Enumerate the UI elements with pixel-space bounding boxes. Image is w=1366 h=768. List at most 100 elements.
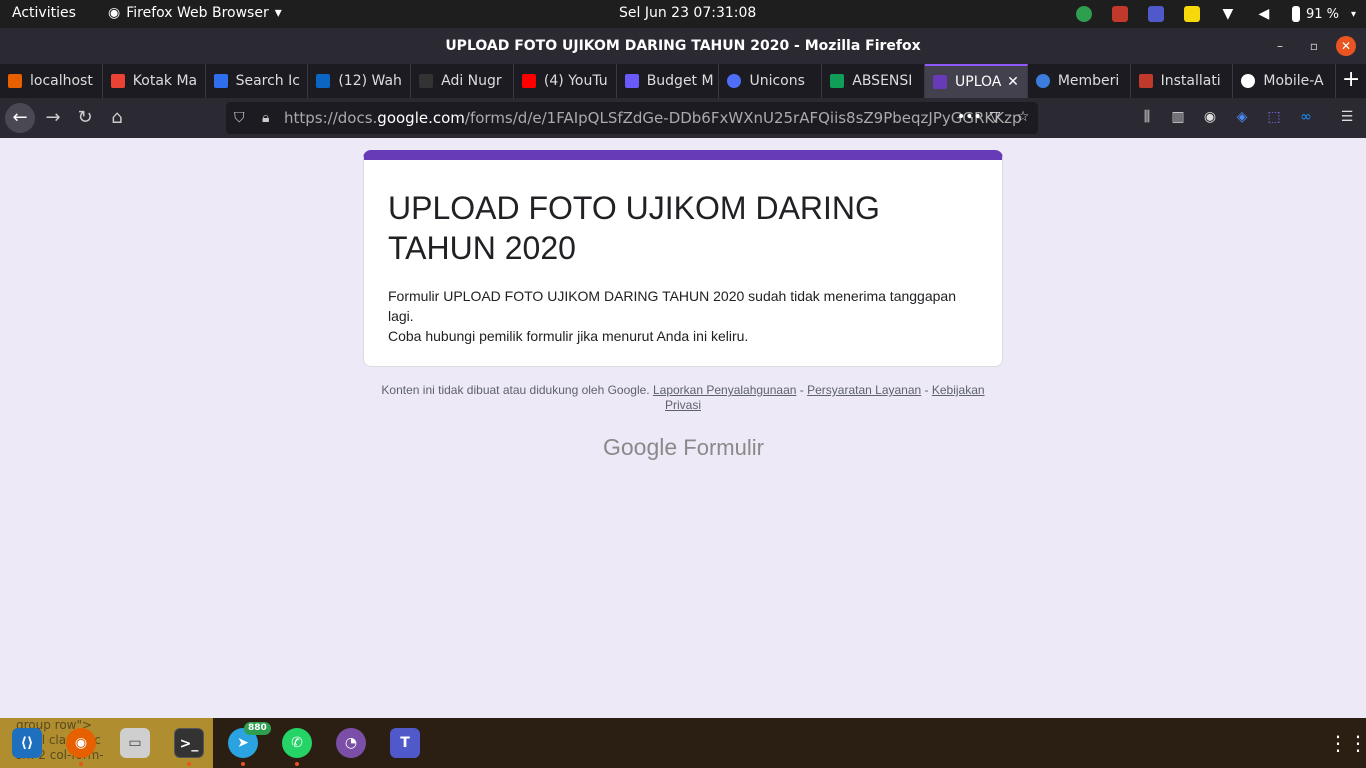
form-message-line: Coba hubungi pemilik formulir jika menur… bbox=[388, 328, 749, 344]
url-bar[interactable]: ⛉ 🔒︎ https://docs.google.com/forms/d/e/1… bbox=[226, 102, 1038, 134]
separator: - bbox=[796, 383, 808, 397]
translate-extension-icon[interactable]: ◈ bbox=[1233, 108, 1251, 126]
pocket-icon[interactable]: ▽ bbox=[986, 108, 1004, 126]
google-forms-logo[interactable]: Google Formulir bbox=[603, 434, 764, 461]
sidebar-icon[interactable]: ▥ bbox=[1169, 108, 1187, 126]
app-menu[interactable]: ◉ Firefox Web Browser ▾ bbox=[108, 5, 282, 21]
firefox-icon[interactable]: ◉ bbox=[66, 728, 96, 758]
tab-favicon-icon bbox=[624, 74, 639, 88]
tab-favicon-icon bbox=[1138, 74, 1153, 88]
tab-active[interactable]: UPLOA ✕ bbox=[925, 64, 1028, 98]
window-title: UPLOAD FOTO UJIKOM DARING TAHUN 2020 - M… bbox=[445, 38, 921, 54]
url-prefix: https://docs. bbox=[284, 109, 378, 127]
tab[interactable]: Installati bbox=[1131, 64, 1234, 98]
tab-label: Budget M bbox=[646, 73, 714, 89]
tab-favicon-icon bbox=[727, 74, 742, 88]
tab-label: Memberi bbox=[1057, 73, 1120, 89]
notes-tray-icon[interactable] bbox=[1183, 6, 1200, 22]
close-tab-icon[interactable]: ✕ bbox=[1007, 74, 1019, 90]
report-abuse-link[interactable]: Laporkan Penyalahgunaan bbox=[653, 383, 796, 397]
page-actions-icon[interactable]: ••• bbox=[957, 108, 982, 126]
tab-label: ABSENSI bbox=[852, 73, 913, 89]
system-top-bar: Activities ◉ Firefox Web Browser ▾ Sel J… bbox=[0, 0, 1366, 28]
home-button[interactable]: ⌂ bbox=[102, 103, 132, 133]
tab[interactable]: Memberi bbox=[1028, 64, 1131, 98]
clock[interactable]: Sel Jun 23 07:31:08 bbox=[619, 5, 756, 21]
tab[interactable]: Unicons bbox=[719, 64, 823, 98]
forward-button[interactable]: → bbox=[38, 103, 68, 133]
form-footer: Konten ini tidak dibuat atau didukung ol… bbox=[380, 383, 986, 413]
form-closed-message: Formulir UPLOAD FOTO UJIKOM DARING TAHUN… bbox=[388, 286, 978, 346]
bookmark-star-icon[interactable]: ☆ bbox=[1014, 108, 1032, 126]
tab[interactable]: Adi Nugr bbox=[411, 64, 514, 98]
notification-count-icon[interactable] bbox=[1111, 6, 1128, 22]
tab-bar: localhost Kotak Ma Search Ic (12) Wah Ad… bbox=[0, 64, 1366, 98]
vscode-icon[interactable]: ⟨⟩ bbox=[12, 728, 42, 758]
screenshot-extension-icon[interactable]: ⬚ bbox=[1265, 108, 1283, 126]
github-icon[interactable]: ◔ bbox=[336, 728, 366, 758]
account-icon[interactable]: ◉ bbox=[1201, 108, 1219, 126]
tab-label: Unicons bbox=[749, 73, 805, 89]
url-domain: google.com bbox=[377, 109, 465, 127]
chevron-down-icon: ▾ bbox=[1350, 8, 1356, 20]
maximize-button[interactable]: ▫ bbox=[1304, 36, 1324, 56]
whatsapp-tray-icon[interactable] bbox=[1075, 6, 1092, 22]
tab[interactable]: ABSENSI bbox=[822, 64, 926, 98]
tab-favicon-icon bbox=[830, 74, 845, 88]
forms-wordmark: Formulir bbox=[683, 435, 764, 460]
minimize-button[interactable]: – bbox=[1270, 36, 1290, 56]
lock-icon[interactable]: 🔒︎ bbox=[262, 102, 269, 134]
battery-icon[interactable] bbox=[1291, 6, 1300, 22]
files-icon[interactable]: ▭ bbox=[120, 728, 150, 758]
activities-button[interactable]: Activities bbox=[12, 5, 76, 21]
tab-label: (4) YouTu bbox=[543, 73, 608, 89]
menu-icon[interactable]: ☰ bbox=[1338, 108, 1356, 126]
wifi-icon[interactable]: ▼ bbox=[1220, 6, 1236, 22]
teams-icon[interactable]: T bbox=[390, 728, 420, 758]
tab-favicon-icon bbox=[213, 74, 228, 88]
chevron-down-icon: ▾ bbox=[274, 5, 282, 21]
library-icon[interactable]: ⫼ bbox=[1138, 108, 1156, 126]
app-menu-label: Firefox Web Browser bbox=[126, 5, 269, 21]
tab-favicon-icon bbox=[110, 74, 125, 88]
tab-label: Installati bbox=[1160, 73, 1221, 89]
unread-badge: 880 bbox=[244, 722, 271, 735]
volume-icon[interactable]: ◀ bbox=[1256, 6, 1272, 22]
tab-favicon-icon bbox=[419, 74, 434, 88]
tab-favicon-icon bbox=[521, 74, 536, 88]
form-message-line: Formulir UPLOAD FOTO UJIKOM DARING TAHUN… bbox=[388, 288, 956, 324]
extension-icon[interactable]: ∞ bbox=[1297, 108, 1315, 126]
form-title: UPLOAD FOTO UJIKOM DARING TAHUN 2020 bbox=[388, 190, 880, 266]
system-tray[interactable]: ▼ ◀ 91 % ▾ bbox=[1066, 0, 1366, 28]
tab-label: Search Ic bbox=[235, 73, 300, 89]
tab[interactable]: Kotak Ma bbox=[103, 64, 206, 98]
back-button[interactable]: ← bbox=[5, 103, 35, 133]
close-window-button[interactable]: ✕ bbox=[1336, 36, 1356, 56]
tab-favicon-icon bbox=[1241, 74, 1256, 88]
navigation-bar: ← → ↻ ⌂ ⛉ 🔒︎ https://docs.google.com/for… bbox=[0, 98, 1366, 138]
teams-tray-icon[interactable] bbox=[1147, 6, 1164, 22]
shield-icon[interactable]: ⛉ bbox=[234, 102, 245, 134]
running-indicator bbox=[295, 762, 299, 766]
window-title-bar: UPLOAD FOTO UJIKOM DARING TAHUN 2020 - M… bbox=[0, 28, 1366, 64]
running-indicator bbox=[241, 762, 245, 766]
tab-label: Adi Nugr bbox=[441, 73, 502, 89]
whatsapp-icon[interactable]: ✆ bbox=[282, 728, 312, 758]
tab[interactable]: Mobile-A bbox=[1233, 64, 1337, 98]
new-tab-button[interactable]: + bbox=[1336, 64, 1366, 98]
show-applications-icon[interactable]: ⋮⋮⋮ bbox=[1328, 732, 1366, 754]
reload-button[interactable]: ↻ bbox=[70, 103, 100, 133]
terms-link[interactable]: Persyaratan Layanan bbox=[807, 383, 921, 397]
terminal-icon[interactable]: >_ bbox=[174, 728, 204, 758]
tab[interactable]: (12) Wah bbox=[308, 64, 412, 98]
tab-label: Mobile-A bbox=[1263, 73, 1324, 89]
separator: - bbox=[921, 383, 932, 397]
tab-favicon-icon bbox=[316, 74, 331, 88]
tab-favicon-icon bbox=[1035, 74, 1050, 88]
tab[interactable]: (4) YouTu bbox=[514, 64, 617, 98]
tab-label: localhost bbox=[30, 73, 93, 89]
telegram-icon[interactable]: ➤ 880 bbox=[228, 722, 271, 758]
tab[interactable]: Budget M bbox=[617, 64, 720, 98]
tab[interactable]: localhost bbox=[0, 64, 103, 98]
tab[interactable]: Search Ic bbox=[206, 64, 309, 98]
